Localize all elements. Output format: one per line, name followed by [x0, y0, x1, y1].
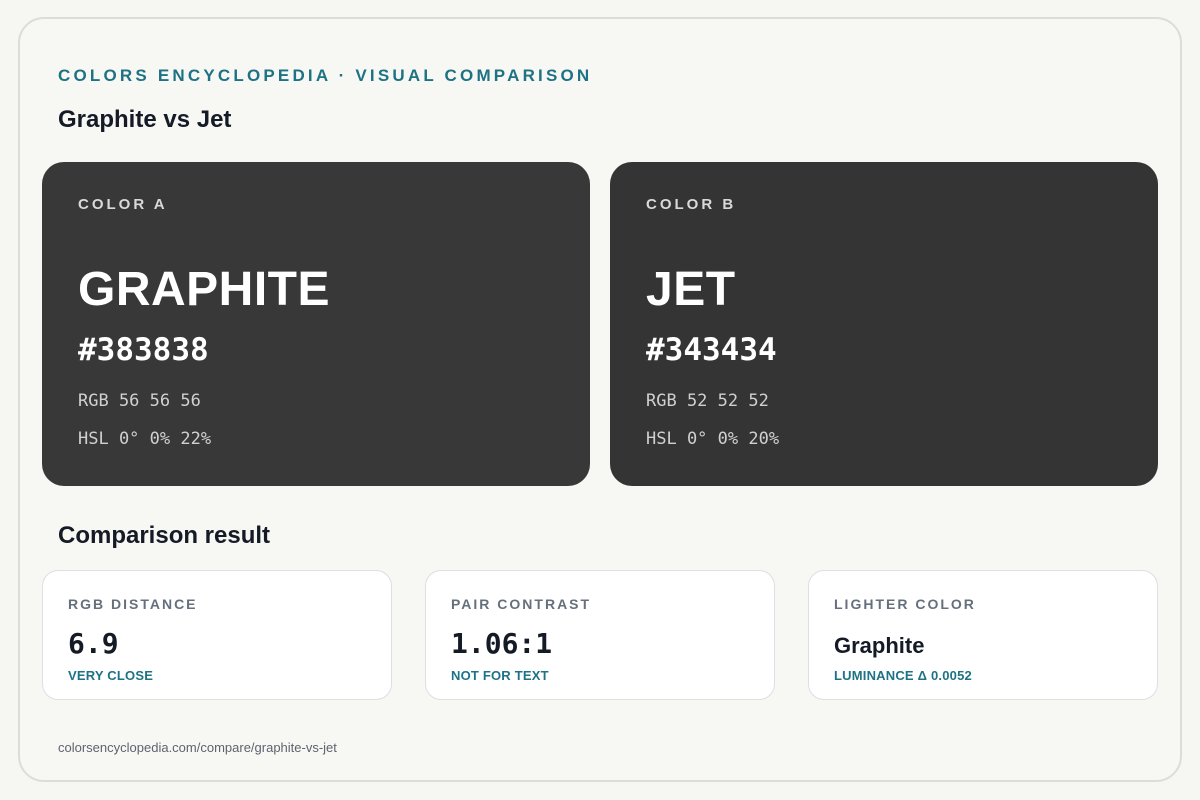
stat-note: NOT FOR TEXT: [451, 668, 549, 683]
stat-label: RGB DISTANCE: [68, 596, 198, 612]
stat-value: 6.9: [68, 627, 119, 660]
footer-url-link[interactable]: colorsencyclopedia.com/compare/graphite-…: [58, 740, 337, 755]
color-a-hsl: HSL 0° 0% 22%: [78, 429, 212, 449]
color-b-rgb: RGB 52 52 52: [646, 391, 769, 411]
site-eyebrow: COLORS ENCYCLOPEDIA · VISUAL COMPARISON: [58, 66, 593, 85]
comparison-section-title: Comparison result: [58, 522, 271, 549]
color-b-swatch: COLOR B JET #343434 RGB 52 52 52 HSL 0° …: [610, 162, 1158, 486]
stat-card-lighter-color: LIGHTER COLOR Graphite LUMINANCE Δ 0.005…: [808, 570, 1158, 700]
color-b-hsl: HSL 0° 0% 20%: [646, 429, 780, 449]
stat-card-rgb-distance: RGB DISTANCE 6.9 VERY CLOSE: [42, 570, 392, 700]
stat-label: PAIR CONTRAST: [451, 596, 592, 612]
stat-label: LIGHTER COLOR: [834, 596, 976, 612]
stat-note: VERY CLOSE: [68, 668, 154, 683]
color-a-label: COLOR A: [78, 196, 168, 213]
stat-value: 1.06:1: [451, 627, 553, 660]
color-a-swatch: COLOR A GRAPHITE #383838 RGB 56 56 56 HS…: [42, 162, 590, 486]
color-a-hex[interactable]: #383838: [78, 332, 209, 368]
color-a-name: GRAPHITE: [78, 263, 331, 316]
stat-note: LUMINANCE Δ 0.0052: [834, 668, 972, 683]
stat-value: Graphite: [834, 633, 925, 658]
stat-card-pair-contrast: PAIR CONTRAST 1.06:1 NOT FOR TEXT: [425, 570, 775, 700]
color-b-hex[interactable]: #343434: [646, 332, 777, 368]
color-b-name: JET: [646, 263, 736, 316]
color-a-rgb: RGB 56 56 56: [78, 391, 201, 411]
page-title: Graphite vs Jet: [58, 106, 232, 133]
color-b-label: COLOR B: [646, 196, 737, 213]
